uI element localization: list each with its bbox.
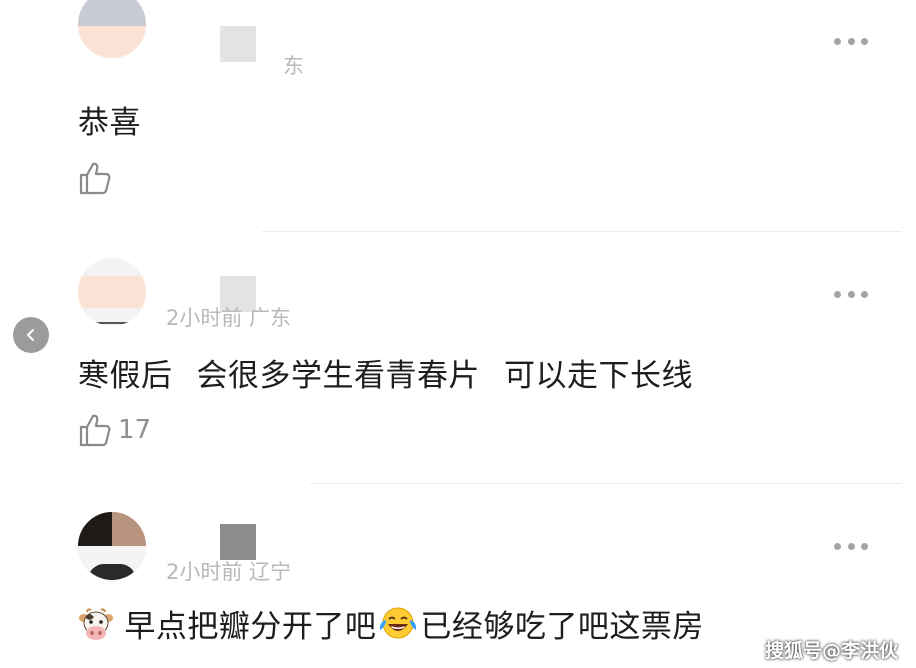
- tears-of-joy-icon: [380, 607, 417, 639]
- back-button[interactable]: [13, 317, 49, 353]
- more-options-button[interactable]: [834, 540, 868, 552]
- comment-text: 寒假后 会很多学生看青春片 可以走下长线: [78, 358, 693, 394]
- comment-time-location: 2小时前 广东: [166, 306, 292, 330]
- thumbs-up-icon: [79, 414, 111, 447]
- more-dots-icon: [834, 37, 841, 45]
- like-button[interactable]: [78, 160, 112, 196]
- like-count: 17: [118, 415, 152, 445]
- more-options-button[interactable]: [834, 288, 868, 300]
- thumbs-up-icon: [79, 162, 111, 195]
- more-dots-icon: [834, 542, 841, 550]
- comment-item: 东 恭喜: [0, 0, 916, 230]
- more-dots-icon: [834, 290, 841, 298]
- chevron-left-icon: [27, 329, 34, 341]
- comment-text: 恭喜: [78, 105, 141, 141]
- comment-item: 2小时前 广东 寒假后 会很多学生看青春片 可以走下长线 17: [0, 232, 916, 482]
- watermark: 搜狐号@李洪伙: [764, 640, 898, 662]
- more-options-button[interactable]: [834, 35, 868, 47]
- avatar[interactable]: [78, 258, 146, 326]
- like-button[interactable]: 17: [78, 412, 151, 448]
- avatar[interactable]: [78, 0, 146, 58]
- redacted-username: [220, 524, 256, 560]
- comment-location: 东: [283, 54, 304, 78]
- comment-time-location: 2小时前 辽宁: [166, 560, 292, 584]
- avatar[interactable]: [78, 512, 146, 580]
- redacted-username: [220, 26, 256, 62]
- cow-face-icon: [79, 608, 113, 640]
- comment-text: 早点把瓣分开了吧 已经够吃了吧这票房: [78, 601, 704, 646]
